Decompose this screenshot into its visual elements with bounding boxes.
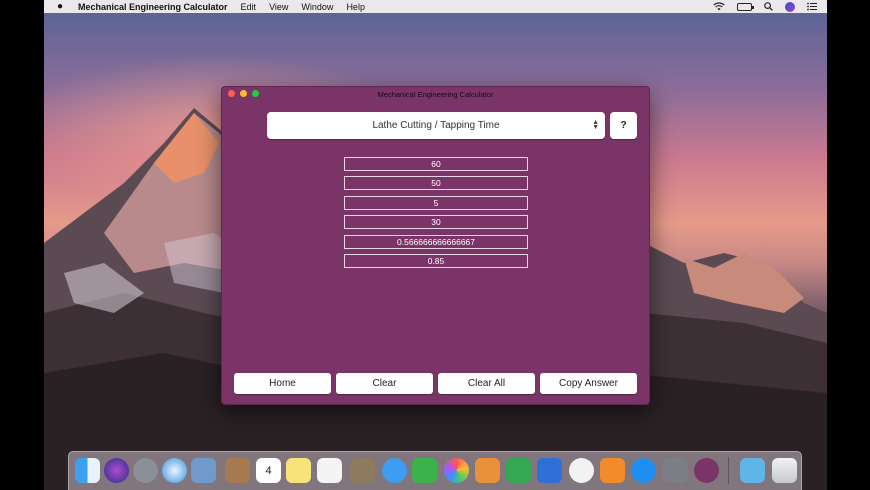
battery-icon[interactable] [737, 2, 754, 11]
input-field-3[interactable]: 5 [344, 196, 528, 210]
messages-icon[interactable] [382, 458, 407, 483]
photos-icon[interactable] [444, 458, 469, 483]
calendar-day: 4 [265, 464, 272, 477]
siri-icon[interactable] [785, 1, 795, 12]
zoom-window-icon[interactable] [252, 90, 259, 97]
window-titlebar[interactable]: Mechanical Engineering Calculator [222, 87, 649, 101]
notification-center-icon[interactable] [807, 2, 817, 11]
dock-separator [728, 457, 729, 484]
clear-button[interactable]: Clear [336, 373, 433, 394]
mechanical-calculator-icon[interactable] [694, 458, 719, 483]
app-store-icon[interactable] [631, 458, 656, 483]
siri-icon[interactable] [104, 458, 129, 483]
menu-view[interactable]: View [269, 2, 288, 12]
ibooks-icon[interactable] [600, 458, 625, 483]
window-title: Mechanical Engineering Calculator [377, 89, 494, 99]
photo-booth-icon[interactable] [350, 458, 375, 483]
dock: 4 [68, 451, 802, 490]
result-field[interactable]: 0.85 [344, 254, 528, 268]
select-chevron-icon: ▲ ▼ [592, 119, 599, 131]
status-area [713, 0, 817, 13]
apple-menu-icon[interactable]: ● [54, 0, 66, 13]
numbers-icon[interactable] [506, 458, 531, 483]
input-field-2[interactable]: 50 [344, 176, 528, 190]
screen-edge-right [827, 0, 870, 490]
input-field-1[interactable]: 60 [344, 157, 528, 171]
calculator-window: Mechanical Engineering Calculator Lathe … [221, 86, 650, 405]
itunes-icon[interactable] [569, 458, 594, 483]
finder-icon[interactable] [75, 458, 100, 483]
facetime-icon[interactable] [412, 458, 437, 483]
safari-icon[interactable] [162, 458, 187, 483]
close-window-icon[interactable] [228, 90, 235, 97]
minimize-window-icon[interactable] [240, 90, 247, 97]
copy-answer-button[interactable]: Copy Answer [540, 373, 637, 394]
downloads-folder-icon[interactable] [740, 458, 765, 483]
keynote-icon[interactable] [537, 458, 562, 483]
trash-icon[interactable] [772, 458, 797, 483]
pages-icon[interactable] [475, 458, 500, 483]
notes-icon[interactable] [286, 458, 311, 483]
calculator-type-select[interactable]: Lathe Cutting / Tapping Time ▲ ▼ [267, 112, 605, 139]
clear-all-button[interactable]: Clear All [438, 373, 535, 394]
menu-app-name[interactable]: Mechanical Engineering Calculator [78, 2, 228, 12]
calculator-type-value: Lathe Cutting / Tapping Time [372, 120, 500, 131]
reminders-icon[interactable] [317, 458, 342, 483]
input-field-5[interactable]: 0.566666666666667 [344, 235, 528, 249]
menu-window[interactable]: Window [301, 2, 333, 12]
contacts-icon[interactable] [225, 458, 250, 483]
system-preferences-icon[interactable] [663, 458, 688, 483]
spotlight-search-icon[interactable] [764, 2, 773, 11]
help-button[interactable]: ? [610, 112, 637, 139]
wifi-icon[interactable] [713, 2, 725, 11]
home-button[interactable]: Home [234, 373, 331, 394]
launchpad-icon[interactable] [133, 458, 158, 483]
menu-edit[interactable]: Edit [241, 2, 257, 12]
calendar-icon[interactable]: 4 [256, 458, 281, 483]
menu-bar: ● Mechanical Engineering Calculator Edit… [44, 0, 827, 13]
mail-icon[interactable] [191, 458, 216, 483]
screen-edge-left [0, 0, 44, 490]
menu-help[interactable]: Help [346, 2, 365, 12]
input-field-4[interactable]: 30 [344, 215, 528, 229]
